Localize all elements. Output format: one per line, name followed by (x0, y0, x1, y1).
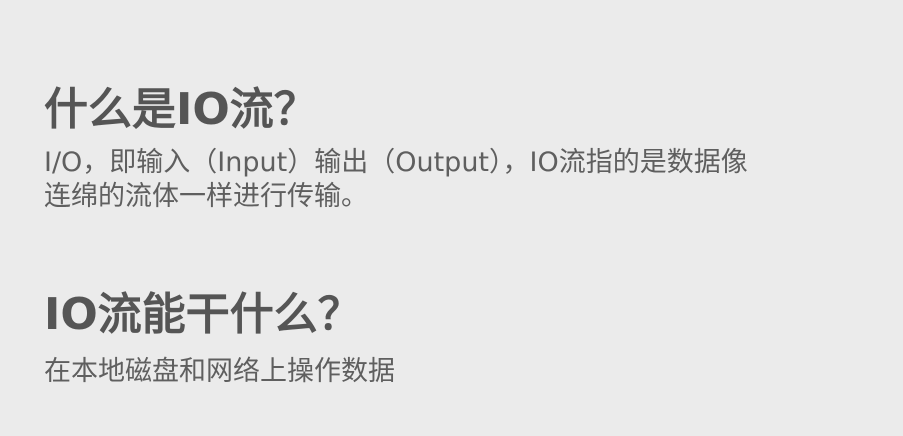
io-stream-definition: I/O，即输入（Input）输出（Output），IO流指的是数据像 连绵的流体… (44, 146, 883, 214)
definition-line-1: I/O，即输入（Input）输出（Output），IO流指的是数据像 (44, 147, 748, 178)
io-stream-uses-text: 在本地磁盘和网络上操作数据 (44, 356, 395, 387)
definition-line-2: 连绵的流体一样进行传输。 (44, 181, 368, 212)
heading-io-stream-uses: IO流能干什么？ (44, 289, 362, 340)
section-io-stream-uses: IO流能干什么？ 在本地磁盘和网络上操作数据 (44, 285, 883, 389)
heading-what-is-io-stream: 什么是IO流？ (44, 84, 318, 135)
section-what-is-io-stream: 什么是IO流？ I/O，即输入（Input）输出（Output），IO流指的是数… (44, 80, 883, 214)
